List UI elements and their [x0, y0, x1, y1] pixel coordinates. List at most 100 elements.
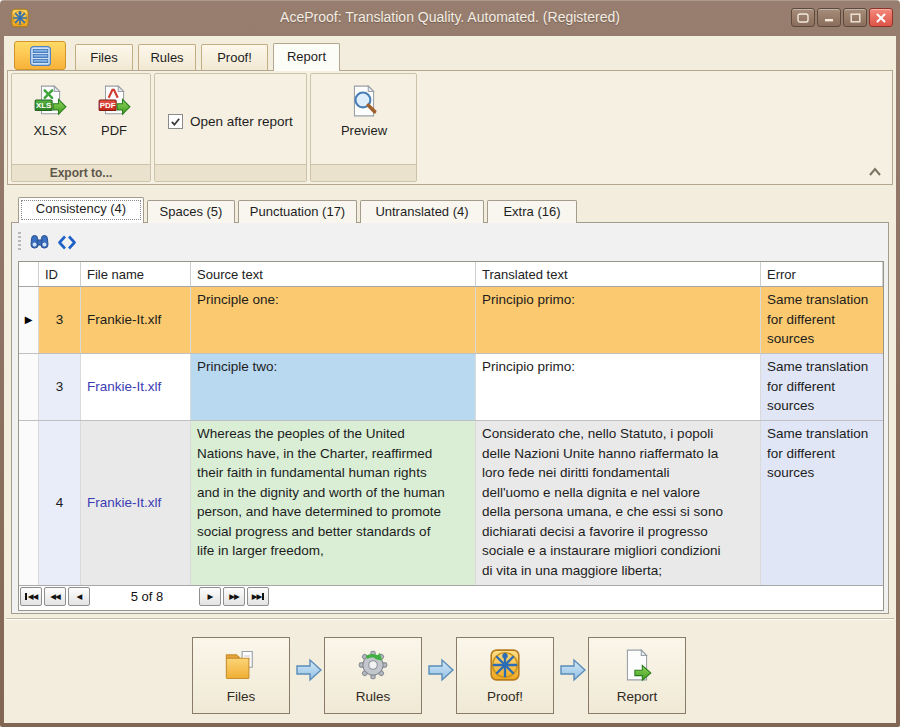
ribbon-tab-report[interactable]: Report — [273, 43, 340, 71]
preview-icon — [347, 84, 381, 118]
minimize-button[interactable] — [817, 8, 841, 27]
svg-text:PDF: PDF — [100, 101, 116, 110]
close-button[interactable] — [869, 8, 893, 27]
pager-first-button[interactable]: ◀◀ — [20, 587, 42, 606]
proof-icon — [488, 648, 522, 682]
fullscreen-button[interactable] — [791, 8, 815, 27]
pager-prev-page-button[interactable]: ◀◀ — [44, 587, 66, 606]
cell-filename: Frankie-It.xlf — [81, 287, 191, 353]
grid-toolbar — [16, 228, 76, 256]
workflow-rules-label: Rules — [356, 689, 391, 704]
pager-prev-button[interactable]: ◀ — [68, 587, 90, 606]
export-xlsx-label: XLSX — [20, 123, 80, 138]
results-grid: ID File name Source text Translated text… — [18, 261, 884, 611]
ribbon-tab-rules[interactable]: Rules — [138, 44, 196, 71]
grid-header-filename[interactable]: File name — [81, 262, 191, 286]
title-bar[interactable]: AceProof: Translation Quality. Automated… — [0, 0, 900, 36]
application-menu-button[interactable] — [14, 41, 66, 70]
preview-button[interactable]: Preview — [334, 84, 394, 138]
cell-source-text: Principle one: — [191, 287, 476, 353]
pager-last-button[interactable]: ▶▶ — [247, 587, 269, 606]
export-xlsx-button[interactable]: XLS XLSX — [20, 84, 80, 138]
report-icon — [620, 648, 654, 682]
workflow-rules-button[interactable]: Rules — [324, 637, 422, 714]
export-pdf-button[interactable]: PDF PDF — [84, 84, 144, 138]
ribbon-group-options: Open after report — [154, 73, 307, 182]
grid-row-selected[interactable]: ▶ 3 Frankie-It.xlf Principle one: Princi… — [19, 287, 883, 354]
pdf-file-icon: PDF — [97, 84, 131, 118]
grid-row[interactable]: 4 Frankie-It.xlf Whereas the peoples of … — [19, 421, 883, 586]
ribbon-tab-files[interactable]: Files — [75, 44, 133, 71]
ribbon-content: XLS XLSX PDF PDF Expor — [7, 70, 893, 185]
cell-id: 3 — [39, 287, 81, 353]
ribbon-group-export: XLS XLSX PDF PDF Expor — [11, 73, 151, 182]
maximize-button[interactable] — [843, 8, 867, 27]
ribbon-group-label-preview — [311, 164, 416, 181]
xlsx-file-icon: XLS — [33, 84, 67, 118]
tab-consistency[interactable]: Consistency (4) — [18, 197, 144, 223]
fullscreen-icon — [797, 13, 809, 23]
export-pdf-label: PDF — [84, 123, 144, 138]
grid-header-error[interactable]: Error — [761, 262, 883, 286]
code-view-icon[interactable] — [58, 235, 76, 250]
cell-filename: Frankie-It.xlf — [81, 421, 191, 585]
app-window: AceProof: Translation Quality. Automated… — [0, 0, 900, 727]
cell-error: Same translation for different sources — [761, 421, 883, 585]
cell-translated-text: Considerato che, nello Statuto, i popoli… — [476, 421, 761, 585]
ribbon-group-label-options — [155, 164, 306, 181]
ribbon-group-preview: Preview — [310, 73, 417, 182]
collapse-ribbon-icon[interactable] — [868, 166, 882, 178]
ribbon-tab-proof[interactable]: Proof! — [201, 44, 268, 71]
workflow-files-button[interactable]: Files — [192, 637, 290, 714]
tab-spaces[interactable]: Spaces (5) — [147, 200, 235, 223]
cell-id: 3 — [39, 354, 81, 420]
workflow-report-button[interactable]: Report — [588, 637, 686, 714]
cell-id: 4 — [39, 421, 81, 585]
tab-extra[interactable]: Extra (16) — [487, 200, 577, 223]
workflow-arrow-icon — [428, 658, 454, 682]
tab-punctuation[interactable]: Punctuation (17) — [238, 200, 357, 223]
grid-header-source[interactable]: Source text — [191, 262, 476, 286]
cell-filename: Frankie-It.xlf — [81, 354, 191, 420]
maximize-icon — [850, 13, 861, 23]
minimize-icon — [824, 13, 834, 22]
cell-source-text: Whereas the peoples of the United Nation… — [191, 421, 476, 585]
pager-next-page-button[interactable]: ▶▶ — [223, 587, 245, 606]
folder-icon — [223, 648, 259, 682]
workflow-arrow-icon — [296, 658, 322, 682]
preview-label: Preview — [334, 123, 394, 138]
checkbox-icon[interactable] — [168, 114, 183, 129]
rules-gear-icon — [356, 648, 390, 682]
toolbar-grip[interactable] — [18, 232, 21, 252]
open-after-report-label: Open after report — [190, 114, 293, 129]
cell-error: Same translation for different sources — [761, 287, 883, 353]
workflow-proof-label: Proof! — [487, 689, 523, 704]
bottom-divider — [6, 618, 894, 620]
client-area: Files Rules Proof! Report XLS XLSX — [4, 36, 896, 723]
cell-error: Same translation for different sources — [761, 354, 883, 420]
pager-next-button[interactable]: ▶ — [199, 587, 221, 606]
current-row-indicator: ▶ — [25, 310, 33, 330]
workflow-arrow-icon — [560, 658, 586, 682]
grid-header-row: ID File name Source text Translated text… — [19, 262, 883, 287]
cell-translated-text: Principio primo: — [476, 354, 761, 420]
workflow-proof-button[interactable]: Proof! — [456, 637, 554, 714]
workflow-report-label: Report — [617, 689, 658, 704]
close-icon — [876, 13, 886, 23]
find-icon[interactable] — [30, 234, 49, 251]
svg-text:XLS: XLS — [36, 101, 51, 110]
grid-header-id[interactable]: ID — [39, 262, 81, 286]
pager-position: 5 of 8 — [97, 589, 197, 604]
tab-untranslated[interactable]: Untranslated (4) — [360, 200, 484, 223]
grid-header-translated[interactable]: Translated text — [476, 262, 761, 286]
grid-header-rowmark — [19, 262, 39, 286]
results-panel: ID File name Source text Translated text… — [11, 222, 889, 614]
grid-pager: ◀◀ ◀◀ ◀ 5 of 8 ▶ ▶▶ ▶▶ — [19, 586, 883, 610]
cell-source-text: Principle two: — [191, 354, 476, 420]
open-after-report-checkbox[interactable]: Open after report — [168, 114, 293, 129]
menu-list-icon — [30, 46, 51, 66]
ribbon-group-label-export: Export to... — [12, 164, 150, 181]
grid-row[interactable]: 3 Frankie-It.xlf Principle two: Principi… — [19, 354, 883, 421]
workflow-files-label: Files — [227, 689, 256, 704]
window-title: AceProof: Translation Quality. Automated… — [0, 9, 900, 25]
